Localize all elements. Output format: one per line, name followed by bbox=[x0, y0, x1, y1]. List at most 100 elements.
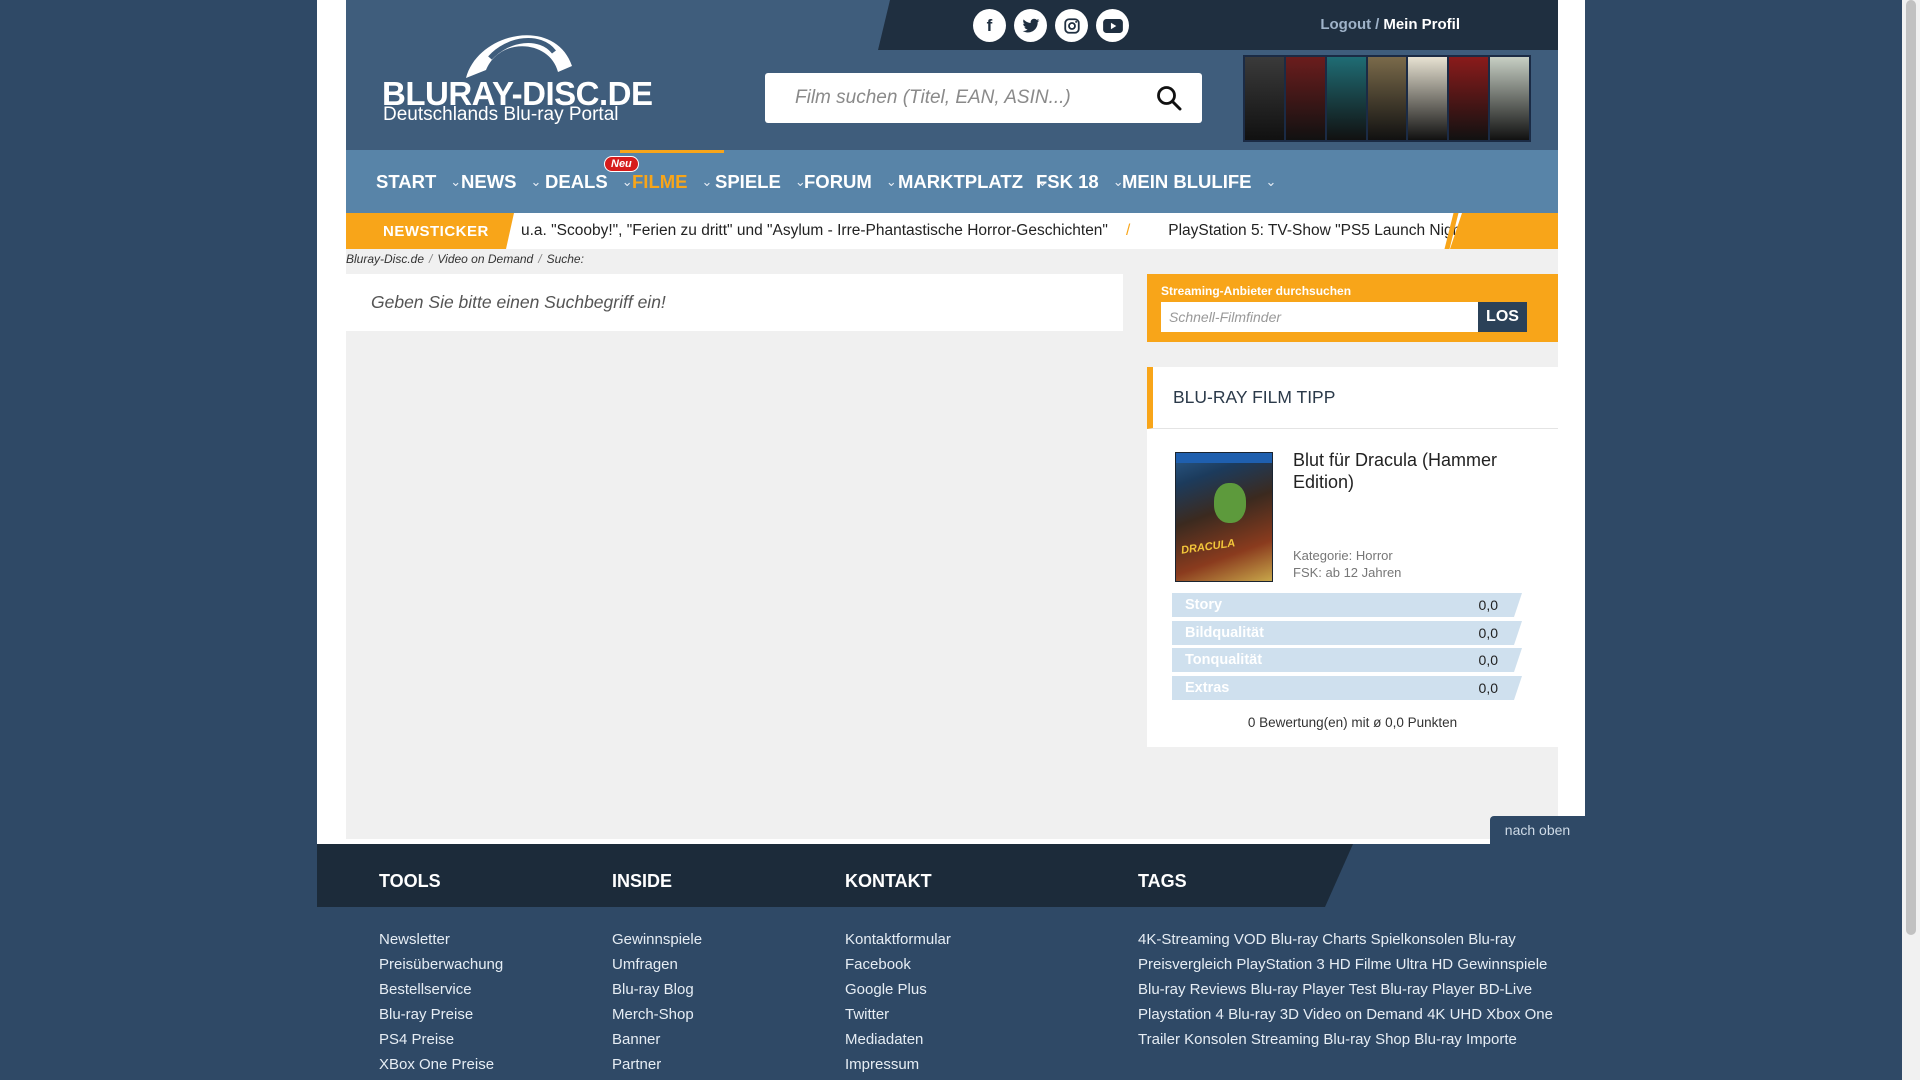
site-logo[interactable]: BLURAY-DISC.DE Deutschlands Blu-ray Port… bbox=[382, 20, 727, 130]
ticker-item[interactable]: PlayStation 5: TV-Show "PS5 Launch Night… bbox=[1168, 222, 1484, 239]
tag-link[interactable]: Konsolen bbox=[1184, 1031, 1247, 1048]
footer-link[interactable]: Umfragen bbox=[612, 956, 678, 973]
banner-cover bbox=[1367, 57, 1407, 140]
chevron-down-icon: ⌄ bbox=[450, 173, 462, 189]
footer-link[interactable]: Twitter bbox=[845, 1006, 889, 1023]
page-scrollbar[interactable] bbox=[1902, 0, 1920, 1080]
footer-link[interactable]: Partner bbox=[612, 1056, 661, 1073]
quick-film-finder-input[interactable] bbox=[1161, 302, 1478, 332]
tag-link[interactable]: Spielkonsolen bbox=[1371, 931, 1464, 948]
ticker-text: u.a. "Scooby!", "Ferien zu dritt" und "A… bbox=[521, 213, 1484, 249]
nav-item-deals[interactable]: DEALS ⌄ Neu bbox=[545, 150, 639, 213]
film-title[interactable]: Blut für Dracula (Hammer Edition) bbox=[1293, 449, 1543, 493]
footer-link[interactable]: PS4 Preise bbox=[379, 1031, 454, 1048]
profile-link[interactable]: Mein Profil bbox=[1383, 16, 1460, 33]
breadcrumb-item[interactable]: Bluray-Disc.de bbox=[346, 252, 424, 266]
tag-link[interactable]: Gewinnspiele bbox=[1457, 956, 1547, 973]
footer-link[interactable]: Blu-ray Blog bbox=[612, 981, 694, 998]
tag-link[interactable]: Blu-ray bbox=[1468, 931, 1516, 948]
search-icon[interactable] bbox=[1156, 85, 1182, 111]
instagram-icon[interactable] bbox=[1055, 9, 1088, 42]
film-search-input[interactable] bbox=[765, 73, 1145, 123]
tag-link[interactable]: Blu-ray Player bbox=[1380, 981, 1474, 998]
logout-link[interactable]: Logout bbox=[1320, 16, 1371, 33]
footer-link[interactable]: Bestellservice bbox=[379, 981, 472, 998]
tag-link[interactable]: Blu-ray Player Test bbox=[1251, 981, 1377, 998]
tag-link[interactable]: Blu-ray 3D bbox=[1228, 1006, 1299, 1023]
footer-link[interactable]: Google Plus bbox=[845, 981, 927, 998]
facebook-icon[interactable]: f bbox=[973, 9, 1006, 42]
footer-link[interactable]: Kontaktformular bbox=[845, 931, 951, 948]
footer-link[interactable]: Blu-ray Preise bbox=[379, 1006, 473, 1023]
tag-link[interactable]: 4K UHD bbox=[1427, 1006, 1482, 1023]
footer-band-cut bbox=[1325, 844, 1585, 907]
footer-link[interactable]: Facebook bbox=[845, 956, 911, 973]
youtube-icon[interactable] bbox=[1096, 9, 1129, 42]
footer-link[interactable]: Mediadaten bbox=[845, 1031, 923, 1048]
film-category: Kategorie: Horror bbox=[1293, 548, 1393, 563]
footer-link[interactable]: Newsletter bbox=[379, 931, 450, 948]
footer-link[interactable]: Impressum bbox=[845, 1056, 919, 1073]
footer-link[interactable]: Preisüberwachung bbox=[379, 956, 503, 973]
tag-link[interactable]: PlayStation 3 bbox=[1236, 956, 1324, 973]
footer-heading-tags: TAGS bbox=[1138, 871, 1187, 891]
film-tip-widget: BLU-RAY FILM TIPP DRACULA Blut für Dracu… bbox=[1147, 367, 1558, 747]
tag-link[interactable]: Preisvergleich bbox=[1138, 956, 1232, 973]
streaming-search-box: Streaming-Anbieter durchsuchen LOS bbox=[1147, 274, 1558, 342]
nav-item-spiele[interactable]: SPIELE ⌄ bbox=[715, 150, 806, 213]
tag-link[interactable]: Ultra HD bbox=[1396, 956, 1454, 973]
footer-heading-kontakt: KONTAKT bbox=[845, 871, 932, 891]
footer-heading-tools: TOOLS bbox=[379, 871, 441, 891]
tag-link[interactable]: HD Filme bbox=[1329, 956, 1392, 973]
los-button[interactable]: LOS bbox=[1478, 302, 1527, 332]
tag-link[interactable]: Blu-ray Shop bbox=[1323, 1031, 1410, 1048]
tag-link[interactable]: Video on Demand bbox=[1303, 1006, 1423, 1023]
tag-link[interactable]: VOD bbox=[1234, 931, 1267, 948]
footer-link[interactable]: Merch-Shop bbox=[612, 1006, 694, 1023]
breadcrumb-item[interactable]: Video on Demand bbox=[437, 252, 533, 266]
film-cover-image[interactable]: DRACULA bbox=[1175, 452, 1273, 582]
tag-link[interactable]: Trailer bbox=[1138, 1031, 1180, 1048]
tag-line: Preisvergleich PlayStation 3 HD Filme Ul… bbox=[1138, 956, 1547, 973]
breadcrumb: Bluray-Disc.de / Video on Demand / Suche: bbox=[346, 252, 584, 266]
banner-cover bbox=[1490, 57, 1530, 140]
tag-link[interactable]: Xbox One bbox=[1486, 1006, 1553, 1023]
footer-heading-inside: INSIDE bbox=[612, 871, 673, 891]
scrollbar-thumb[interactable] bbox=[1906, 0, 1916, 935]
nav-item-fsk18[interactable]: FSK 18 ⌄ bbox=[1036, 150, 1124, 213]
twitter-icon[interactable] bbox=[1014, 9, 1047, 42]
back-to-top-button[interactable]: nach oben bbox=[1490, 816, 1585, 844]
main-nav: START ⌄ NEWS ⌄ DEALS ⌄ Neu FILME ⌄ SPIELE ⌄ FO… bbox=[346, 150, 1558, 213]
chevron-down-icon: ⌄ bbox=[621, 173, 633, 189]
nav-label: NEWS bbox=[461, 170, 517, 192]
tag-link[interactable]: Blu-ray Reviews bbox=[1138, 981, 1246, 998]
tag-link[interactable]: BD-Live bbox=[1479, 981, 1532, 998]
tag-link[interactable]: Streaming bbox=[1251, 1031, 1319, 1048]
rating-label: Story bbox=[1185, 597, 1223, 613]
rating-row-tonqualitaet: Tonqualität 0,0 bbox=[1172, 648, 1522, 672]
nav-item-mein-blulife[interactable]: MEIN BLULIFE ⌄ bbox=[1122, 150, 1276, 213]
footer-link[interactable]: XBox One Preise bbox=[379, 1056, 494, 1073]
nav-item-start[interactable]: START ⌄ bbox=[376, 150, 461, 213]
film-tip-heading: BLU-RAY FILM TIPP bbox=[1147, 367, 1558, 429]
nav-item-filme[interactable]: FILME ⌄ bbox=[619, 150, 725, 213]
footer-link[interactable]: Banner bbox=[612, 1031, 660, 1048]
search-message: Geben Sie bitte einen Suchbegriff ein! bbox=[371, 292, 666, 312]
nav-label: MARKTPLATZ bbox=[898, 170, 1024, 192]
promo-banner[interactable] bbox=[1243, 55, 1531, 142]
chevron-down-icon: ⌄ bbox=[701, 173, 713, 189]
tag-link[interactable]: Blu-ray Importe bbox=[1414, 1031, 1517, 1048]
tag-link[interactable]: Blu-ray Charts bbox=[1271, 931, 1367, 948]
tag-link[interactable]: Playstation 4 bbox=[1138, 1006, 1224, 1023]
tag-link[interactable]: 4K-Streaming bbox=[1138, 931, 1230, 948]
site-footer: TOOLS INSIDE KONTAKT TAGS Newsletter Pre… bbox=[317, 844, 1585, 1080]
breadcrumb-item: Suche: bbox=[546, 252, 584, 266]
rating-row-bildqualitaet: Bildqualität 0,0 bbox=[1172, 621, 1522, 645]
ticker-item[interactable]: u.a. "Scooby!", "Ferien zu dritt" und "A… bbox=[521, 222, 1108, 239]
nav-item-news[interactable]: NEWS ⌄ bbox=[461, 150, 541, 213]
footer-link[interactable]: Gewinnspiele bbox=[612, 931, 702, 948]
nav-item-forum[interactable]: FORUM ⌄ bbox=[804, 150, 897, 213]
tag-line: Blu-ray Reviews Blu-ray Player Test Blu-… bbox=[1138, 981, 1532, 998]
nav-item-marktplatz[interactable]: MARKTPLATZ ⌄ bbox=[898, 150, 1048, 213]
nav-label: FORUM bbox=[804, 170, 872, 192]
